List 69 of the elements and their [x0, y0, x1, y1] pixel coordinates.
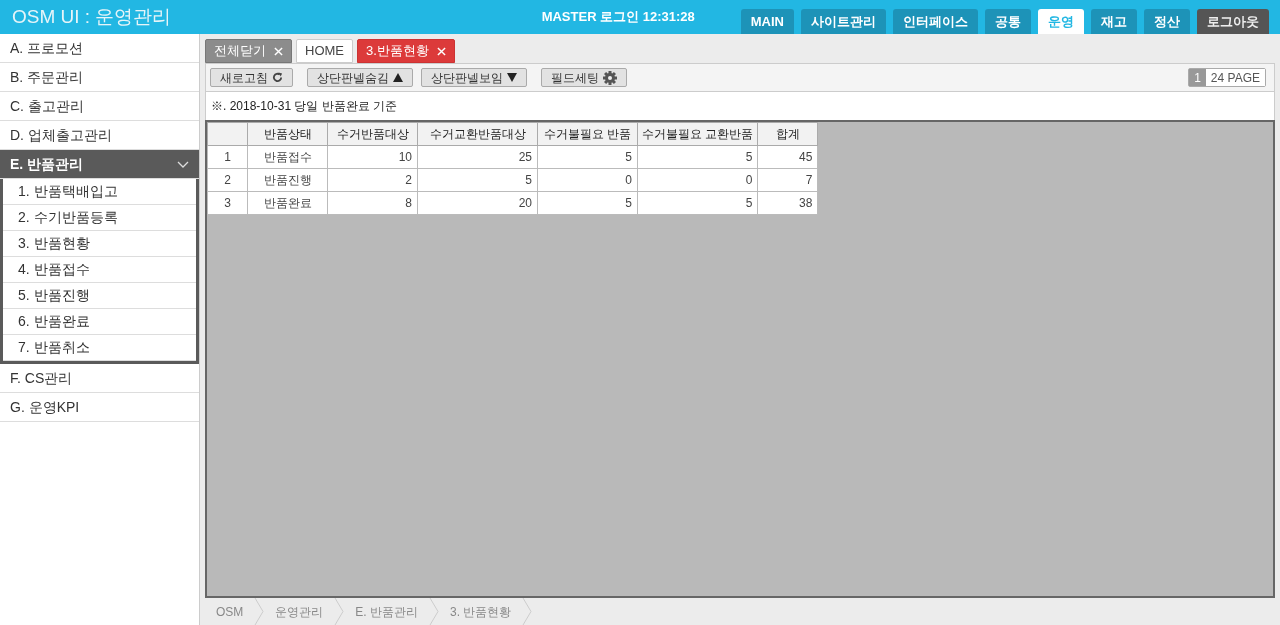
- table-cell: 25: [417, 145, 538, 169]
- login-status: MASTER 로그인 12:31:28: [541, 8, 695, 27]
- column-header: 반품상태: [247, 122, 328, 146]
- submenu-item[interactable]: 7. 반품취소: [3, 335, 196, 361]
- column-header: 수거불필요 반품: [537, 122, 638, 146]
- nav-tab[interactable]: 재고: [1091, 9, 1137, 34]
- submenu-item[interactable]: 4. 반품접수: [3, 257, 196, 283]
- toolbar-button[interactable]: 필드세팅: [541, 68, 627, 87]
- submenu-item[interactable]: 5. 반품진행: [3, 283, 196, 309]
- table-cell: 5: [417, 168, 538, 192]
- column-header: 수거불필요 교환반품: [637, 122, 758, 146]
- page-tab[interactable]: HOME: [296, 39, 353, 63]
- sidebar-item[interactable]: C. 출고관리: [0, 92, 199, 121]
- table-cell: 5: [637, 191, 758, 215]
- table-cell: 5: [537, 191, 638, 215]
- chevron-right-icon: [254, 598, 265, 625]
- nav-tab[interactable]: 정산: [1144, 9, 1190, 34]
- table-cell: 5: [537, 145, 638, 169]
- sidebar-item[interactable]: A. 프로모션: [0, 34, 199, 63]
- close-icon[interactable]: [274, 46, 283, 56]
- table-cell: 반품접수: [247, 145, 328, 169]
- toolbar-button[interactable]: 상단판넬숨김: [307, 68, 413, 87]
- row-number: 2: [207, 168, 248, 192]
- table-cell: 10: [327, 145, 418, 169]
- page-count: 24 PAGE: [1205, 69, 1265, 86]
- table-cell: 38: [757, 191, 818, 215]
- column-header: 합계: [757, 122, 818, 146]
- table-cell: 7: [757, 168, 818, 192]
- nav-tab[interactable]: 공통: [985, 9, 1031, 34]
- toolbar-button[interactable]: 상단판넬보임: [421, 68, 527, 87]
- toolbar-button[interactable]: 새로고침: [210, 68, 293, 87]
- row-number: 3: [207, 191, 248, 215]
- nav-tab[interactable]: 로그아웃: [1197, 9, 1269, 34]
- nav-tab[interactable]: 사이트관리: [801, 9, 886, 34]
- column-header: 수거반품대상: [327, 122, 418, 146]
- chevron-right-icon: [522, 598, 533, 625]
- sidebar-item[interactable]: E. 반품관리: [0, 150, 199, 179]
- chevron-right-icon: [334, 598, 345, 625]
- sidebar-item[interactable]: B. 주문관리: [0, 63, 199, 92]
- column-header: 수거교환반품대상: [417, 122, 538, 146]
- chevron-right-icon: [429, 598, 439, 625]
- sidebar-item[interactable]: G. 운영KPI: [0, 393, 199, 422]
- submenu-item[interactable]: 3. 반품현황: [3, 231, 196, 257]
- table-cell: 45: [757, 145, 818, 169]
- triangle-up-icon: [393, 73, 403, 82]
- sidebar-item[interactable]: F. CS관리: [0, 364, 199, 393]
- table-cell: 2: [327, 168, 418, 192]
- page-tab[interactable]: 3.반품현황: [357, 39, 455, 63]
- submenu-item[interactable]: 6. 반품완료: [3, 309, 196, 335]
- close-icon[interactable]: [436, 46, 446, 56]
- table-cell: 8: [327, 191, 418, 215]
- note-text: ※. 2018-10-31 당일 반품완료 기준: [211, 98, 398, 115]
- table-cell: 0: [637, 168, 758, 192]
- nav-tab[interactable]: MAIN: [740, 9, 794, 34]
- chevron-down-icon: [177, 160, 189, 168]
- table-cell: 반품진행: [247, 168, 328, 192]
- table-cell: 20: [417, 191, 538, 215]
- app-title: OSM UI : 운영관리: [12, 4, 172, 29]
- nav-tab[interactable]: 인터페이스: [893, 9, 978, 34]
- settings-icon: [603, 70, 617, 85]
- table-cell: 반품완료: [247, 191, 328, 215]
- submenu-item[interactable]: 2. 수기반품등록: [3, 205, 196, 231]
- row-number: 1: [207, 145, 248, 169]
- triangle-down-icon: [507, 73, 517, 82]
- table-cell: 0: [537, 168, 638, 192]
- refresh-icon: [272, 72, 283, 83]
- table-cell: 5: [637, 145, 758, 169]
- page-number: 1: [1189, 69, 1206, 86]
- submenu-item[interactable]: 1. 반품택배입고: [3, 179, 196, 205]
